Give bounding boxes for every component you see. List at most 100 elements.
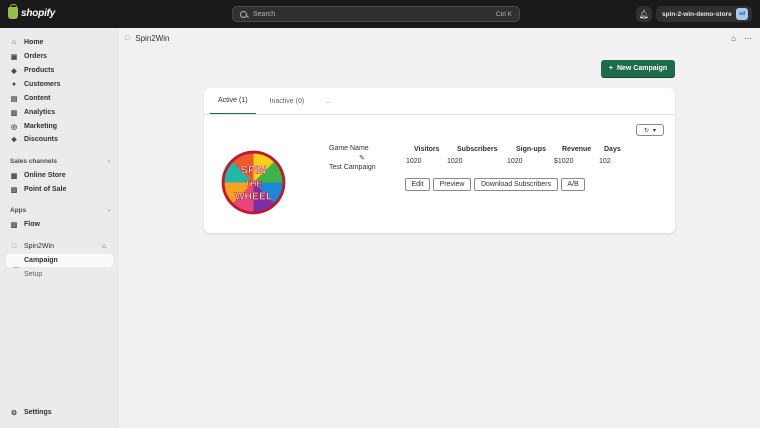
edit-button[interactable]: Edit <box>405 178 430 191</box>
logo-text: shopify <box>21 7 56 19</box>
chevron-right-icon: › <box>107 158 110 165</box>
shopify-logo[interactable]: shopify <box>8 4 56 19</box>
pin-icon[interactable]: ⌂ <box>731 34 736 43</box>
main-content: □ Spin2Win ⌂ ⋯ + New Campaign Active (1)… <box>119 28 760 428</box>
sidebar-item-label: Home <box>24 39 44 46</box>
sidebar-item-label: Marketing <box>24 123 58 130</box>
sidebar-item-label: Online Store <box>24 172 66 179</box>
refresh-icon: ↻ <box>643 127 649 134</box>
sidebar-item-point-of-sale[interactable]: ▧ Point of Sale <box>6 183 113 196</box>
pencil-icon[interactable]: ✎ <box>359 154 365 162</box>
sidebar-item-analytics[interactable]: ▥ Analytics <box>6 106 113 119</box>
sidebar-item-products[interactable]: ◆ Products <box>6 64 113 77</box>
content-icon: ▤ <box>10 95 18 103</box>
sales-channels-header[interactable]: Sales channels › <box>10 158 110 165</box>
app-icon: □ <box>11 243 17 250</box>
search-placeholder: Search <box>253 10 276 18</box>
header-actions: ⌂ ⋯ <box>731 34 752 43</box>
sidebar-item-label: Customers <box>24 81 61 88</box>
stat-value-signups: 1020 <box>507 158 523 165</box>
notifications-button[interactable]: 🔔︎ <box>636 6 652 22</box>
flow-icon: ▨ <box>10 221 18 229</box>
wheel-text-spin: SPIN <box>241 164 267 176</box>
store-icon: ▦ <box>10 172 18 180</box>
bell-icon: 🔔︎ <box>638 9 650 19</box>
stat-value-days: 102 <box>599 158 611 165</box>
sidebar-item-campaign[interactable]: Campaign <box>6 254 113 267</box>
tag-icon: ◆ <box>11 67 17 75</box>
sidebar-item-setup[interactable]: Setup <box>6 268 113 281</box>
chevron-down-icon: ▾ <box>653 127 657 134</box>
chevron-right-icon: › <box>107 207 110 214</box>
sidebar: ⌂ Home ▣ Orders ◆ Products ● Customers ▤… <box>0 28 119 428</box>
game-name-label: Game Name <box>329 145 369 152</box>
spin-wheel-image: SPIN THE WHEEL <box>221 150 286 215</box>
sidebar-item-label: Orders <box>24 53 47 60</box>
top-bar: shopify Search Ctrl K 🔔︎ spin-2-win-demo… <box>0 0 760 28</box>
preview-button[interactable]: Preview <box>433 178 471 191</box>
sidebar-item-label: Discounts <box>24 136 58 143</box>
sidebar-item-discounts[interactable]: ❖ Discounts <box>6 133 113 146</box>
sidebar-item-label: Settings <box>24 409 52 416</box>
campaign-tabs: Active (1) Inactive (0) .. <box>210 88 344 114</box>
stat-value-revenue: $1020 <box>554 158 574 165</box>
stat-header-signups: Sign-ups <box>516 146 546 153</box>
page-title: Spin2Win <box>135 34 170 43</box>
sidebar-item-orders[interactable]: ▣ Orders <box>6 50 113 63</box>
tab-divider <box>204 114 675 115</box>
sidebar-item-content[interactable]: ▤ Content <box>6 92 113 105</box>
sidebar-item-label: Setup <box>24 271 43 278</box>
download-subscribers-button[interactable]: Download Subscribers <box>474 178 558 191</box>
sidebar-item-home[interactable]: ⌂ Home <box>6 36 113 49</box>
search-bar[interactable]: Search Ctrl K <box>232 6 520 22</box>
new-campaign-button[interactable]: + New Campaign <box>601 60 675 77</box>
store-menu-button[interactable]: spin-2-win-demo-store sd <box>656 6 752 22</box>
wheel-text-wheel: WHEEL <box>235 191 273 202</box>
target-icon: ◎ <box>10 123 18 131</box>
sidebar-item-label: Products <box>24 67 55 74</box>
shopify-bag-icon <box>8 4 18 19</box>
store-name: spin-2-win-demo-store <box>662 10 732 18</box>
sidebar-item-customers[interactable]: ● Customers <box>6 78 113 91</box>
campaign-card: Active (1) Inactive (0) .. ↻ ▾ SPIN THE … <box>204 88 675 233</box>
pos-icon: ▧ <box>10 186 18 194</box>
search-icon <box>240 10 247 18</box>
sidebar-item-marketing[interactable]: ◎ Marketing <box>6 120 113 133</box>
stat-value-subscribers: 1020 <box>447 158 463 165</box>
gear-icon: ⚙︎ <box>10 409 18 417</box>
stat-value-visitors: 1020 <box>406 158 422 165</box>
stat-header-days: Days <box>604 146 621 153</box>
stat-header-revenue: Revenue <box>562 146 592 153</box>
more-icon[interactable]: ⋯ <box>744 34 752 43</box>
sidebar-item-label: Analytics <box>24 109 56 116</box>
tab-active[interactable]: Active (1) <box>210 88 256 114</box>
sort-filter-dropdown[interactable]: ↻ ▾ <box>636 124 664 136</box>
chart-icon: ▥ <box>10 109 18 117</box>
home-icon: ⌂ <box>11 39 17 46</box>
sidebar-item-label: Content <box>24 95 51 102</box>
sidebar-item-label: Campaign <box>24 257 58 264</box>
discount-icon: ❖ <box>10 136 18 144</box>
search-shortcut: Ctrl K <box>495 10 512 18</box>
person-icon: ● <box>11 81 17 88</box>
sidebar-item-label: Spin2Win <box>24 243 54 250</box>
sidebar-item-settings[interactable]: ⚙︎ Settings <box>6 406 113 419</box>
apps-label: Apps <box>10 207 27 214</box>
tab-inactive[interactable]: Inactive (0) <box>262 88 313 114</box>
sidebar-item-spin2win[interactable]: □ Spin2Win <box>6 240 113 253</box>
sidebar-item-online-store[interactable]: ▦ Online Store <box>6 169 113 182</box>
plus-icon: + <box>608 65 613 72</box>
apps-header[interactable]: Apps › <box>10 207 110 214</box>
store-avatar: sd <box>736 8 748 20</box>
stat-header-visitors: Visitors <box>414 146 440 153</box>
stat-header-subscribers: Subscribers <box>457 146 498 153</box>
new-campaign-label: New Campaign <box>616 65 668 72</box>
ab-test-button[interactable]: A/B <box>561 178 585 191</box>
tab-more[interactable]: .. <box>318 88 338 114</box>
sidebar-item-label: Flow <box>24 221 40 228</box>
pin-icon[interactable]: ⌂ <box>102 243 106 250</box>
orders-icon: ▣ <box>10 53 18 61</box>
sales-channels-label: Sales channels <box>10 158 57 165</box>
sidebar-item-flow[interactable]: ▨ Flow <box>6 218 113 231</box>
game-name-value: Test Campaign <box>329 164 376 171</box>
